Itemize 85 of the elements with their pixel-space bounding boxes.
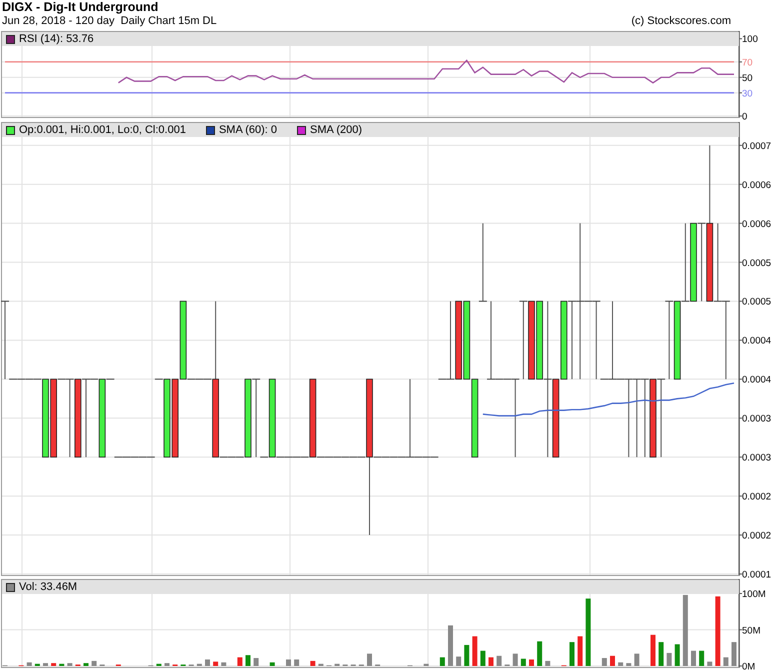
volume-bar (732, 642, 736, 666)
volume-bar (650, 634, 656, 666)
volume-bar (480, 650, 486, 666)
axis-label: 0.0003 (742, 452, 772, 464)
volume-bar (472, 636, 478, 666)
volume-bar (691, 650, 696, 666)
volume-bar (488, 657, 494, 666)
volume-bar (84, 663, 88, 666)
legend-label: SMA (60): 0 (218, 124, 278, 136)
volume-bar (545, 660, 550, 666)
axis-label: 0.0003 (742, 414, 772, 425)
volume-bar (254, 658, 259, 666)
volume-bar (26, 662, 32, 666)
volume-bar (602, 658, 607, 666)
axis-label: 100M (742, 589, 766, 600)
volume-bar (310, 660, 316, 666)
volume-bar (196, 664, 202, 666)
volume-bar (164, 663, 170, 666)
volume-bar (318, 664, 324, 666)
volume-bar (59, 664, 64, 666)
axis-label: 0.0007 (742, 140, 772, 152)
volume-bar (520, 658, 526, 666)
volume-bar (294, 659, 300, 666)
volume-bar (424, 664, 429, 666)
axis-label: 50 (742, 72, 753, 84)
axis-label: 0.0002 (742, 492, 772, 503)
copyright-text: (c) Stockscores.com (631, 14, 731, 29)
volume-bar (674, 644, 680, 666)
axis-label: 0.0001 (742, 570, 772, 578)
volume-bar (237, 657, 242, 666)
volume-bar (456, 656, 462, 666)
volume-bar (618, 662, 624, 666)
legend-label: RSI (14): 53.76 (19, 33, 94, 45)
legend-label: Op:0.001, Hi:0.001, Lo:0, Cl:0.001 (19, 124, 186, 136)
axis-label: 0.0005 (742, 258, 772, 269)
volume-bar (586, 598, 591, 666)
volume-bar (205, 659, 210, 666)
volume-bar (367, 654, 372, 666)
axis-label: 100 (742, 34, 758, 46)
axis-label: 0.0005 (742, 296, 772, 308)
chart-subtitle: Jun 28, 2018 - 120 day Daily Chart 15m DL (2, 14, 217, 29)
volume-bar (246, 655, 250, 666)
volume-bar (626, 663, 632, 666)
volume-bar (658, 642, 664, 666)
volume-bar (529, 659, 534, 666)
axis-label: 0M (742, 662, 756, 671)
volume-bar (213, 662, 218, 666)
legend-label: Vol: 33.46M (19, 581, 78, 593)
volume-bar (67, 663, 72, 666)
chart-title: DIGX - Dig-It Underground (2, 0, 160, 14)
volume-bar (699, 650, 704, 666)
volume-bar (512, 654, 518, 666)
axis-label: 0.0006 (742, 180, 772, 191)
volume-bar (92, 660, 97, 666)
volume-bar (270, 662, 275, 666)
volume-bar (707, 662, 712, 666)
axis-label: 70 (742, 57, 753, 68)
volume-bar (34, 664, 40, 666)
volume-bar (634, 654, 640, 666)
volume-bar (578, 636, 583, 666)
volume-bar (221, 662, 226, 666)
volume-bar (570, 642, 574, 666)
axis-label: 0.0004 (742, 336, 772, 347)
volume-bar (537, 641, 542, 666)
volume-bar (286, 659, 291, 666)
volume-bar (723, 657, 728, 666)
axis-label: 0.0006 (742, 218, 772, 230)
volume-bar (43, 663, 48, 666)
axis-label: 0.0002 (742, 530, 772, 542)
volume-bar (715, 596, 720, 666)
axis-label: 30 (742, 88, 753, 100)
legend-label: SMA (200) (310, 124, 362, 136)
volume-bar (666, 652, 672, 666)
volume-bar (440, 657, 445, 666)
volume-bar (496, 656, 502, 666)
volume-bar (156, 664, 162, 666)
volume-bar (334, 664, 340, 666)
volume-bar (51, 663, 56, 666)
volume-bar (448, 625, 453, 666)
volume-bar (610, 656, 615, 666)
volume-bar (682, 594, 688, 666)
axis-label: 0 (742, 112, 748, 122)
axis-label: 50M (742, 625, 760, 636)
volume-bar (464, 644, 470, 666)
axis-label: 0.0004 (742, 374, 772, 386)
